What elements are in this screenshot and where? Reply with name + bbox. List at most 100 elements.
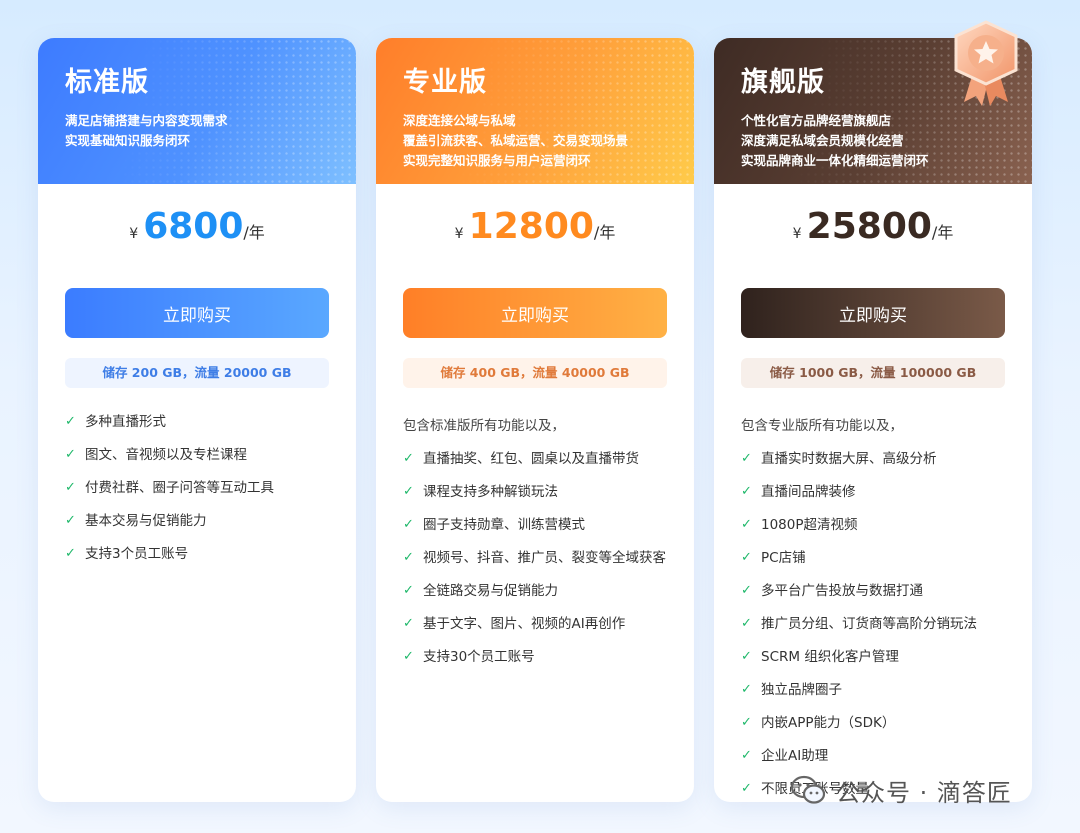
feature-list: ✓ 直播抽奖、红包、圆桌以及直播带货 ✓ 课程支持多种解锁玩法 ✓ 圈子支持勋章、训练… [376,449,694,680]
feature-item: ✓ 支持30个员工账号 [403,647,667,680]
feature-item: ✓ 支持3个员工账号 [65,544,329,577]
feature-item: ✓ 直播间品牌装修 [741,482,1005,515]
plan-desc-line: 实现基础知识服务闭环 [65,133,191,148]
wechat-icon [790,775,826,804]
check-icon: ✓ [403,649,414,664]
watermark-text: 公众号 · 滴答匠 [836,778,1012,807]
feature-text: 独立品牌圈子 [761,682,842,698]
check-icon: ✓ [403,517,414,532]
check-icon: ✓ [65,414,76,429]
feature-intro: 包含专业版所有功能以及， [741,418,903,434]
feature-item: ✓ 直播抽奖、红包、圆桌以及直播带货 [403,449,667,482]
feature-text: 课程支持多种解锁玩法 [423,484,558,500]
feature-item: ✓ 视频号、抖音、推广员、裂变等全域获客 [403,548,667,581]
feature-text: 付费社群、圈子问答等互动工具 [85,480,274,496]
check-icon: ✓ [741,583,752,598]
feature-list: ✓ 直播实时数据大屏、高级分析 ✓ 直播间品牌装修 ✓ 1080P超清视频 ✓ PC店铺… [714,449,1032,802]
price-amount: 6800 [143,206,244,247]
feature-text: 推广员分组、订货商等高阶分销玩法 [761,616,977,632]
plan-desc-line: 深度满足私域会员规模化经营 [741,133,904,148]
plan-title: 标准版 [65,67,149,98]
price-amount: 25800 [806,206,932,247]
feature-text: 图文、音视频以及专栏课程 [85,447,247,463]
feature-item: ✓ 1080P超清视频 [741,515,1005,548]
check-icon: ✓ [741,781,752,796]
currency-symbol: ¥ [792,226,802,242]
feature-item: ✓ 推广员分组、订货商等高阶分销玩法 [741,614,1005,647]
check-icon: ✓ [741,649,752,664]
plan-desc-line: 个性化官方品牌经营旗舰店 [741,113,892,128]
feature-item: ✓ 课程支持多种解锁玩法 [403,482,667,515]
plan-desc-line: 实现完整知识服务与用户运营闭环 [403,153,591,168]
star-medal-icon [954,20,1018,106]
check-icon: ✓ [65,480,76,495]
check-icon: ✓ [741,682,752,697]
check-icon: ✓ [741,748,752,763]
check-icon: ✓ [741,616,752,631]
quota-badge: 储存 400 GB，流量 40000 GB [403,358,667,388]
feature-item: ✓ 多种直播形式 [65,412,329,445]
price-unit: /年 [243,223,265,242]
feature-text: 多平台广告投放与数据打通 [761,583,923,599]
feature-text: 内嵌APP能力（SDK） [761,715,896,731]
feature-text: 企业AI助理 [761,748,829,764]
check-icon: ✓ [741,451,752,466]
feature-item: ✓ 图文、音视频以及专栏课程 [65,445,329,478]
plan-card-standard: 标准版 满足店铺搭建与内容变现需求 实现基础知识服务闭环 ¥ 6800/年 立即… [38,38,356,802]
feature-item: ✓ 基本交易与促销能力 [65,511,329,544]
quota-badge: 储存 1000 GB，流量 100000 GB [741,358,1005,388]
feature-item: ✓ 独立品牌圈子 [741,680,1005,713]
check-icon: ✓ [403,550,414,565]
feature-item: ✓ 多平台广告投放与数据打通 [741,581,1005,614]
feature-text: 视频号、抖音、推广员、裂变等全域获客 [423,550,666,566]
check-icon: ✓ [403,616,414,631]
feature-text: 圈子支持勋章、训练营模式 [423,517,585,533]
plan-desc-line: 满足店铺搭建与内容变现需求 [65,113,228,128]
feature-text: 直播抽奖、红包、圆桌以及直播带货 [423,451,639,467]
feature-text: 基本交易与促销能力 [85,513,207,529]
feature-item: ✓ 圈子支持勋章、训练营模式 [403,515,667,548]
check-icon: ✓ [741,715,752,730]
plan-desc-line: 实现品牌商业一体化精细运营闭环 [741,153,929,168]
feature-text: 1080P超清视频 [761,517,858,533]
check-icon: ✓ [403,484,414,499]
check-icon: ✓ [741,517,752,532]
feature-text: 支持3个员工账号 [85,546,189,562]
feature-text: 支持30个员工账号 [423,649,535,665]
buy-now-button[interactable]: 立即购买 [65,288,329,338]
check-icon: ✓ [403,451,414,466]
check-icon: ✓ [741,550,752,565]
plan-desc-line: 深度连接公域与私域 [403,113,516,128]
check-icon: ✓ [65,447,76,462]
feature-intro: 包含标准版所有功能以及， [403,418,565,434]
feature-text: 全链路交易与促销能力 [423,583,558,599]
feature-text: 多种直播形式 [85,414,166,430]
feature-text: 直播间品牌装修 [761,484,856,500]
feature-item: ✓ 全链路交易与促销能力 [403,581,667,614]
watermark: 公众号 · 滴答匠 [790,772,1012,808]
price-amount: 12800 [468,206,594,247]
feature-text: PC店铺 [761,550,806,566]
plan-header-standard: 标准版 满足店铺搭建与内容变现需求 实现基础知识服务闭环 [38,38,356,184]
plan-card-flagship: 旗舰版 个性化官方品牌经营旗舰店 深度满足私域会员规模化经营 实现品牌商业一体化… [714,38,1032,802]
feature-item: ✓ 直播实时数据大屏、高级分析 [741,449,1005,482]
plan-price: ¥ 12800/年 [376,206,694,248]
buy-now-button[interactable]: 立即购买 [403,288,667,338]
price-unit: /年 [931,223,954,242]
plan-title: 专业版 [403,67,487,98]
buy-now-button[interactable]: 立即购买 [741,288,1005,338]
plan-header-pro: 专业版 深度连接公域与私域 覆盖引流获客、私域运营、交易变现场景 实现完整知识服… [376,38,694,184]
feature-item: ✓ 内嵌APP能力（SDK） [741,713,1005,746]
plan-price: ¥ 25800/年 [714,206,1032,248]
check-icon: ✓ [65,513,76,528]
plan-card-pro: 专业版 深度连接公域与私域 覆盖引流获客、私域运营、交易变现场景 实现完整知识服… [376,38,694,802]
price-unit: /年 [593,223,616,242]
check-icon: ✓ [65,546,76,561]
check-icon: ✓ [741,484,752,499]
feature-item: ✓ PC店铺 [741,548,1005,581]
currency-symbol: ¥ [129,226,139,242]
currency-symbol: ¥ [454,226,464,242]
feature-item: ✓ 付费社群、圈子问答等互动工具 [65,478,329,511]
plan-price: ¥ 6800/年 [38,206,356,248]
feature-text: 基于文字、图片、视频的AI再创作 [423,616,626,632]
